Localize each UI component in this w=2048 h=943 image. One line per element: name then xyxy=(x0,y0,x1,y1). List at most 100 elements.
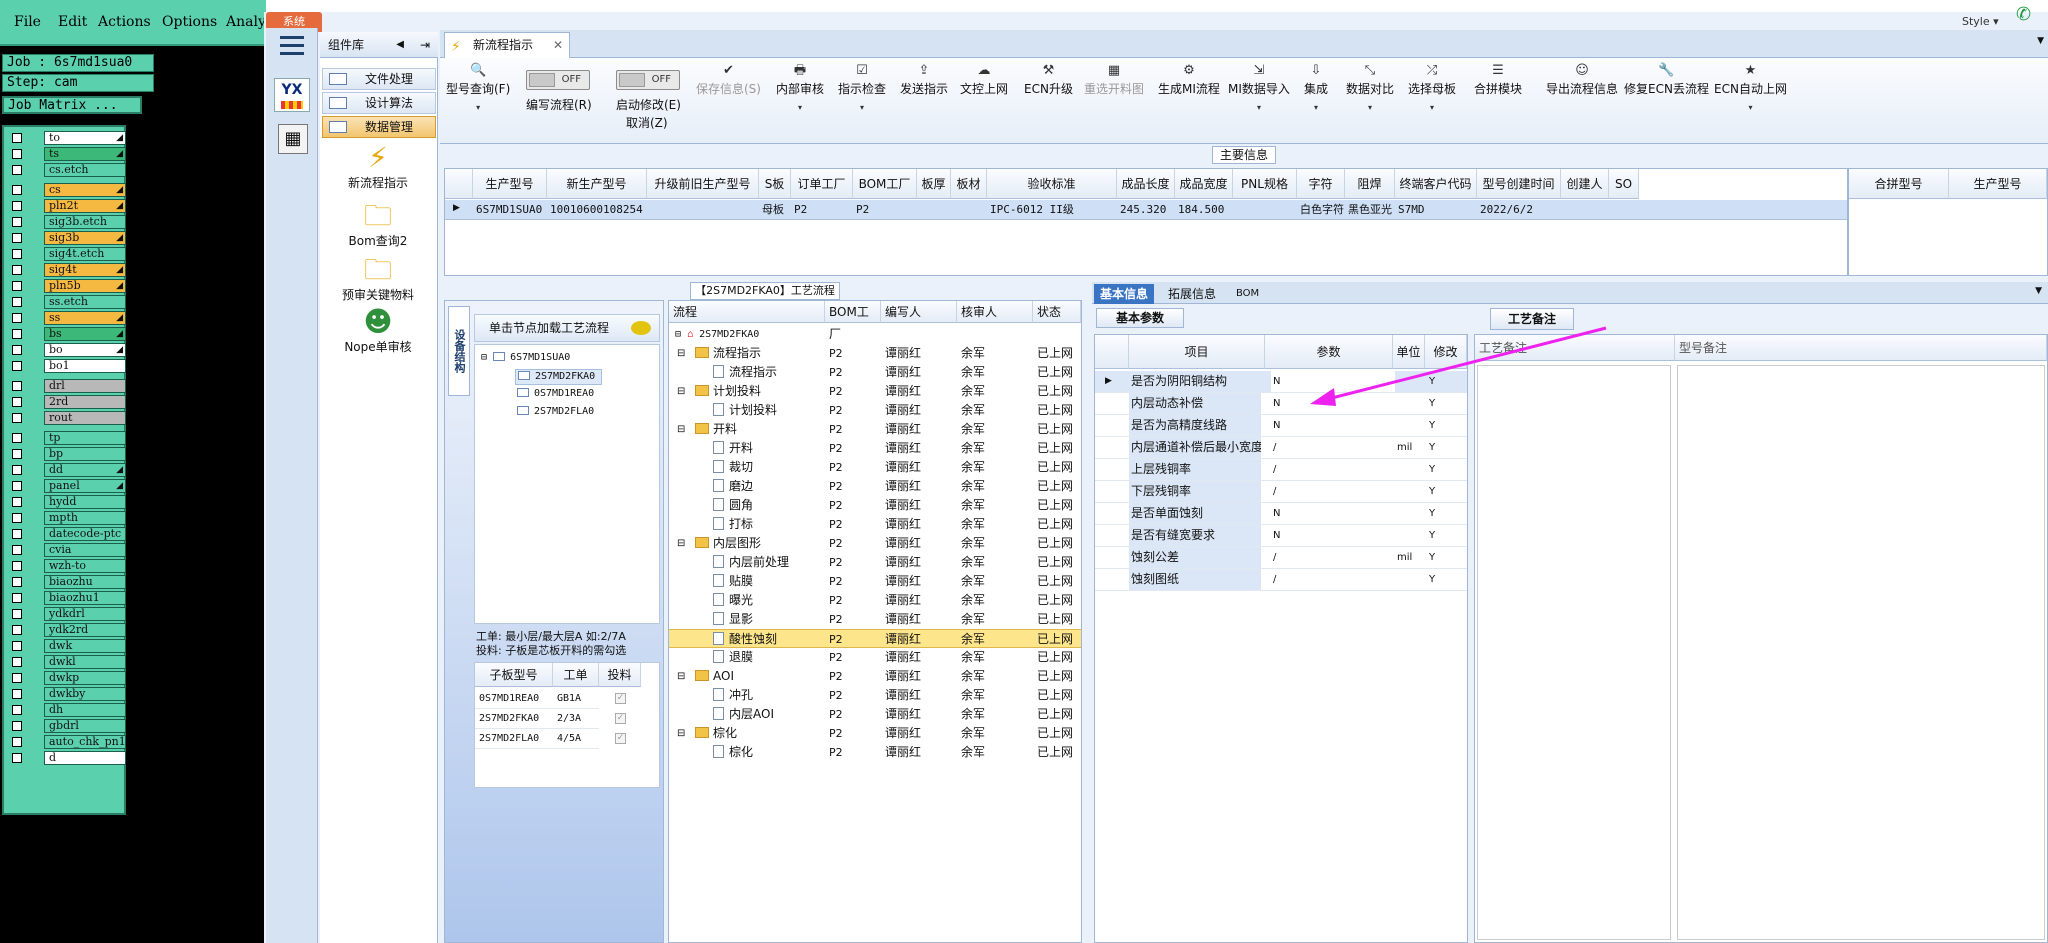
main-cell[interactable]: 2022/6/2 xyxy=(1477,201,1561,219)
layer-row[interactable]: wzh-to xyxy=(8,559,126,573)
yx-app-icon[interactable]: YX xyxy=(274,78,310,112)
layer-row[interactable]: cvia xyxy=(8,543,126,557)
menu-file[interactable]: File xyxy=(14,14,41,30)
layer-checkbox[interactable] xyxy=(12,609,22,619)
layer-row[interactable]: bs ◢ xyxy=(8,327,126,341)
collapse-icon[interactable]: ⊟ xyxy=(677,724,685,743)
layer-row[interactable]: ydkdrl xyxy=(8,607,126,621)
layer-row[interactable]: sig3b ◢ xyxy=(8,231,126,245)
flow-row[interactable]: 棕化 P2 谭丽红 余军 已上网 xyxy=(669,743,1081,762)
param-modify[interactable]: Y xyxy=(1429,525,1435,546)
layer-name[interactable]: to ◢ xyxy=(44,131,126,145)
flow-row[interactable]: 计划投料 P2 谭丽红 余军 已上网 xyxy=(669,401,1081,420)
collapse-icon[interactable]: ⊟ xyxy=(677,420,685,439)
layer-row[interactable]: cs.etch xyxy=(8,163,126,177)
param-value[interactable]: N xyxy=(1271,503,1395,524)
flow-col-header[interactable]: 编写人 xyxy=(881,301,957,323)
feed-checkbox[interactable]: ✓ xyxy=(615,713,626,724)
tool-pre-review[interactable]: 🗀 预审关键物料 xyxy=(326,254,430,303)
tree-node-2s7md2fka0[interactable]: 2S7MD2FKA0 xyxy=(515,369,603,385)
layer-checkbox[interactable] xyxy=(12,249,22,259)
layer-row[interactable]: gbdrl xyxy=(8,719,126,733)
main-cell[interactable]: 245.320 xyxy=(1117,201,1175,219)
main-cell[interactable]: IPC-6012 II级 xyxy=(987,201,1117,219)
start-edit-toggle[interactable]: OFF xyxy=(616,70,680,90)
layer-row[interactable]: dh xyxy=(8,703,126,717)
layer-row[interactable]: mpth xyxy=(8,511,126,525)
flow-row[interactable]: 显影 P2 谭丽红 余军 已上网 xyxy=(669,610,1081,629)
layer-row[interactable]: ss ◢ xyxy=(8,311,126,325)
layer-checkbox[interactable] xyxy=(12,201,22,211)
layer-name[interactable]: 2rd xyxy=(44,395,126,409)
layer-row[interactable]: dwkl xyxy=(8,655,126,669)
main-col-header[interactable]: 新生产型号 xyxy=(547,169,647,199)
collapse-icon[interactable]: ⊟ xyxy=(677,344,685,363)
flow-row[interactable]: 打标 P2 谭丽红 余军 已上网 xyxy=(669,515,1081,534)
flow-row[interactable]: 退膜 P2 谭丽红 余军 已上网 xyxy=(669,648,1081,667)
param-row[interactable]: 是否为高精度线路 N Y xyxy=(1095,415,1467,437)
layer-checkbox[interactable] xyxy=(12,381,22,391)
hamburger-menu-icon[interactable] xyxy=(280,36,304,56)
main-col-header[interactable]: 成品长度 xyxy=(1117,169,1175,199)
sub-col-header[interactable]: 子板型号 xyxy=(475,663,553,687)
main-col-header[interactable]: 订单工厂 xyxy=(791,169,853,199)
layer-row[interactable]: dd ◢ xyxy=(8,463,126,477)
ribbon-button[interactable]: ▦ 重选开料图 xyxy=(1084,62,1144,103)
layer-checkbox[interactable] xyxy=(12,149,22,159)
flow-col-header[interactable]: 核审人 xyxy=(957,301,1033,323)
layer-checkbox[interactable] xyxy=(12,641,22,651)
layer-name[interactable]: gbdrl xyxy=(44,719,126,733)
sub-cell-order[interactable]: GB1A xyxy=(553,689,599,709)
flow-col-header[interactable]: BOM工厂 xyxy=(825,301,881,341)
param-modify[interactable]: Y xyxy=(1429,569,1435,590)
ribbon-button[interactable]: ☰ 合拼模块 xyxy=(1474,62,1522,103)
lib-item-file-processing[interactable]: 文件处理 xyxy=(322,68,436,90)
layer-row[interactable]: datecode-ptc xyxy=(8,527,126,541)
job-matrix-button[interactable]: Job Matrix ... xyxy=(2,96,142,114)
ribbon-button[interactable]: 编写流程(R) xyxy=(526,96,592,119)
layer-checkbox[interactable] xyxy=(12,561,22,571)
calculator-icon[interactable]: ▦ xyxy=(278,124,308,154)
ribbon-button[interactable]: 🔧 修复ECN丢流程 xyxy=(1624,62,1709,103)
notes-col-header[interactable]: 型号备注 xyxy=(1675,335,2047,361)
layer-name[interactable]: wzh-to xyxy=(44,559,126,573)
layer-checkbox[interactable] xyxy=(12,593,22,603)
ribbon-button[interactable]: ⚒ ECN升级 xyxy=(1024,62,1073,103)
sub-cell-model[interactable]: 2S7MD2FKA0 xyxy=(475,709,553,729)
layer-checkbox[interactable] xyxy=(12,397,22,407)
layer-name[interactable]: biaozhu xyxy=(44,575,126,589)
layer-name[interactable]: dh xyxy=(44,703,126,717)
ribbon-button[interactable]: ✔ 保存信息(S) xyxy=(696,62,761,103)
main-cell[interactable]: 黑色亚光 xyxy=(1345,201,1395,219)
main-col-header[interactable]: S板 xyxy=(759,169,791,199)
flow-row[interactable]: ⊟ AOI P2 谭丽红 余军 已上网 xyxy=(669,667,1081,686)
main-col-header[interactable]: PNL规格 xyxy=(1233,169,1297,199)
layer-checkbox[interactable] xyxy=(12,313,22,323)
layer-row[interactable]: ss.etch xyxy=(8,295,126,309)
layer-name[interactable]: cvia xyxy=(44,543,126,557)
layer-name[interactable]: ts ◢ xyxy=(44,147,126,161)
layer-checkbox[interactable] xyxy=(12,133,22,143)
layer-checkbox[interactable] xyxy=(12,689,22,699)
sub-col-header[interactable]: 投料 xyxy=(599,663,641,687)
layer-name[interactable]: sig3b.etch xyxy=(44,215,126,229)
layer-name[interactable]: ydk2rd xyxy=(44,623,126,637)
flow-row[interactable]: 裁切 P2 谭丽红 余军 已上网 xyxy=(669,458,1081,477)
main-col-header[interactable]: 阻焊 xyxy=(1345,169,1395,199)
main-cell[interactable]: P2 xyxy=(853,201,917,219)
dropdown-arrow-icon[interactable]: ▾ xyxy=(1346,103,1394,112)
layer-row[interactable]: rout xyxy=(8,411,126,425)
layer-name[interactable]: dwkl xyxy=(44,655,126,669)
layer-name[interactable]: ydkdrl xyxy=(44,607,126,621)
style-dropdown[interactable]: Style ▾ xyxy=(1962,15,1999,28)
tree-node-2s7md2fla0[interactable]: 2S7MD2FLA0 xyxy=(517,405,594,419)
main-cell[interactable]: P2 xyxy=(791,201,853,219)
layer-checkbox[interactable] xyxy=(12,465,22,475)
layer-checkbox[interactable] xyxy=(12,433,22,443)
main-col-header[interactable]: 型号创建时间 xyxy=(1477,169,1561,199)
layer-row[interactable]: pln2t ◢ xyxy=(8,199,126,213)
layer-row[interactable]: ts ◢ xyxy=(8,147,126,161)
dropdown-arrow-icon[interactable]: ▾ xyxy=(1228,103,1290,112)
sub-cell-order[interactable]: 2/3A xyxy=(553,709,599,729)
dropdown-arrow-icon[interactable]: ▾ xyxy=(1408,103,1456,112)
